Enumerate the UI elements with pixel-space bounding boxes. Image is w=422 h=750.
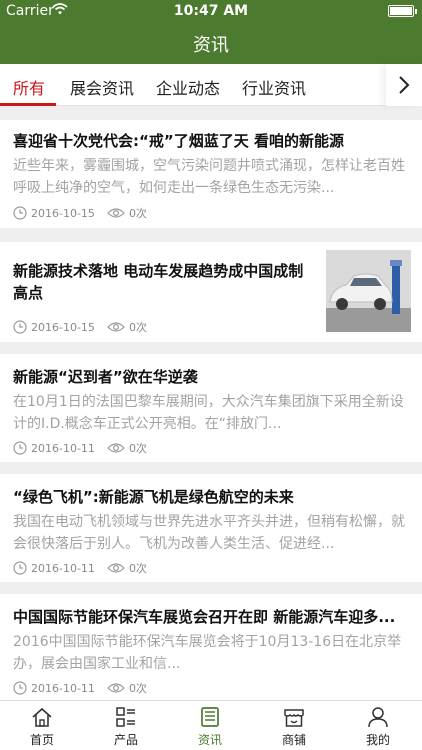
article-meta: 2016-10-15 0次 bbox=[13, 205, 147, 221]
tab-bar-profile[interactable]: 我的 bbox=[336, 701, 420, 750]
article-views: 0次 bbox=[128, 442, 147, 455]
bottom-tab-bar: 首页 产品 资讯 商铺 我的 bbox=[0, 700, 422, 750]
article-summary: 我国在电动飞机领域与世界先进水平齐头并进，但稍有松懈，就会很快落后于别人。飞机为… bbox=[13, 514, 405, 552]
article-title: 新能源技术落地 电动车发展趋势成中国成制高点 bbox=[13, 262, 304, 302]
tab-bar-products[interactable]: 产品 bbox=[84, 701, 168, 750]
article-card[interactable]: “绿色飞机”:新能源飞机是绿色航空的未来 我国在电动飞机领域与世界先进水平齐头并… bbox=[0, 474, 422, 582]
article-date: 2016-10-15 bbox=[31, 206, 95, 220]
tab-bar-label: 我的 bbox=[365, 733, 390, 747]
eye-icon bbox=[107, 443, 125, 453]
article-date: 2016-10-11 bbox=[31, 561, 95, 575]
article-views: 0次 bbox=[128, 207, 147, 220]
article-meta: 2016-10-15 0次 bbox=[13, 319, 147, 335]
tab-bar-label: 资讯 bbox=[197, 733, 222, 747]
article-summary: 近些年来，雾霾围城，空气污染问题井喷式涌现，怎样让老百姓呼吸上纯净的空气，如何走… bbox=[13, 158, 405, 196]
category-tabs: 所有 展会资讯 企业动态 行业资讯 bbox=[0, 64, 422, 106]
article-title: 喜迎省十次党代会:“戒”了烟蓝了天 看咱的新能源 bbox=[13, 132, 344, 150]
article-meta: 2016-10-11 0次 bbox=[13, 560, 147, 576]
tab-bar-label: 首页 bbox=[29, 733, 54, 747]
eye-icon bbox=[107, 208, 125, 218]
article-date: 2016-10-15 bbox=[31, 320, 95, 334]
tab-active-indicator bbox=[0, 103, 56, 106]
tab-company-news[interactable]: 企业动态 bbox=[156, 75, 220, 99]
status-bar: Carrier 10:47 AM bbox=[0, 0, 422, 22]
tab-all[interactable]: 所有 bbox=[13, 75, 45, 99]
article-summary: 在10月1日的法国巴黎车展期间，大众汽车集团旗下采用全新设计的I.D.概念车正式… bbox=[13, 394, 404, 432]
tab-bar-news[interactable]: 资讯 bbox=[168, 701, 252, 750]
tab-bar-label: 产品 bbox=[113, 733, 138, 747]
tab-bar-store[interactable]: 商铺 bbox=[252, 701, 336, 750]
news-icon bbox=[201, 707, 219, 727]
article-card[interactable]: 新能源技术落地 电动车发展趋势成中国成制高点 2016-10-15 0次 bbox=[0, 242, 422, 342]
tab-bar-home[interactable]: 首页 bbox=[0, 701, 84, 750]
store-icon bbox=[284, 709, 304, 727]
article-thumbnail-image bbox=[326, 250, 411, 332]
grid-list-icon bbox=[116, 707, 135, 727]
battery-icon bbox=[388, 5, 417, 17]
tab-industry-news[interactable]: 行业资讯 bbox=[242, 75, 306, 99]
clock-icon bbox=[13, 206, 27, 220]
clock-icon bbox=[13, 561, 27, 575]
article-card[interactable]: 新能源“迟到者”欲在华逆袭 在10月1日的法国巴黎车展期间，大众汽车集团旗下采用… bbox=[0, 354, 422, 462]
eye-icon bbox=[107, 322, 125, 332]
navigation-bar: 资讯 bbox=[0, 22, 422, 64]
article-title: “绿色飞机”:新能源飞机是绿色航空的未来 bbox=[13, 488, 294, 506]
home-icon bbox=[32, 707, 52, 727]
article-meta: 2016-10-11 0次 bbox=[13, 680, 147, 696]
article-summary: 2016中国国际节能环保汽车展览会将于10月13-16日在北京举办，展会由国家工… bbox=[13, 634, 402, 672]
article-card[interactable]: 喜迎省十次党代会:“戒”了烟蓝了天 看咱的新能源 近些年来，雾霾围城，空气污染问… bbox=[0, 120, 422, 228]
chevron-right-icon bbox=[399, 76, 410, 94]
article-date: 2016-10-11 bbox=[31, 681, 95, 695]
user-icon bbox=[368, 707, 388, 728]
tab-exhibition-news[interactable]: 展会资讯 bbox=[70, 75, 134, 99]
page-title: 资讯 bbox=[193, 35, 229, 56]
clock-icon bbox=[13, 681, 27, 695]
eye-icon bbox=[107, 563, 125, 573]
clock-icon bbox=[13, 441, 27, 455]
tab-bar-label: 商铺 bbox=[281, 733, 306, 747]
tabs-scroll-right-button[interactable] bbox=[386, 64, 422, 106]
clock-icon bbox=[13, 320, 27, 334]
eye-icon bbox=[107, 683, 125, 693]
article-views: 0次 bbox=[128, 321, 147, 334]
article-views: 0次 bbox=[128, 562, 147, 575]
article-views: 0次 bbox=[128, 682, 147, 695]
article-title: 新能源“迟到者”欲在华逆袭 bbox=[13, 368, 198, 386]
article-title: 中国国际节能环保汽车展览会召开在即 新能源汽车迎多... bbox=[13, 608, 396, 626]
article-card[interactable]: 中国国际节能环保汽车展览会召开在即 新能源汽车迎多... 2016中国国际节能环… bbox=[0, 594, 422, 700]
clock: 10:47 AM bbox=[173, 3, 249, 19]
article-date: 2016-10-11 bbox=[31, 441, 95, 455]
article-meta: 2016-10-11 0次 bbox=[13, 440, 147, 456]
